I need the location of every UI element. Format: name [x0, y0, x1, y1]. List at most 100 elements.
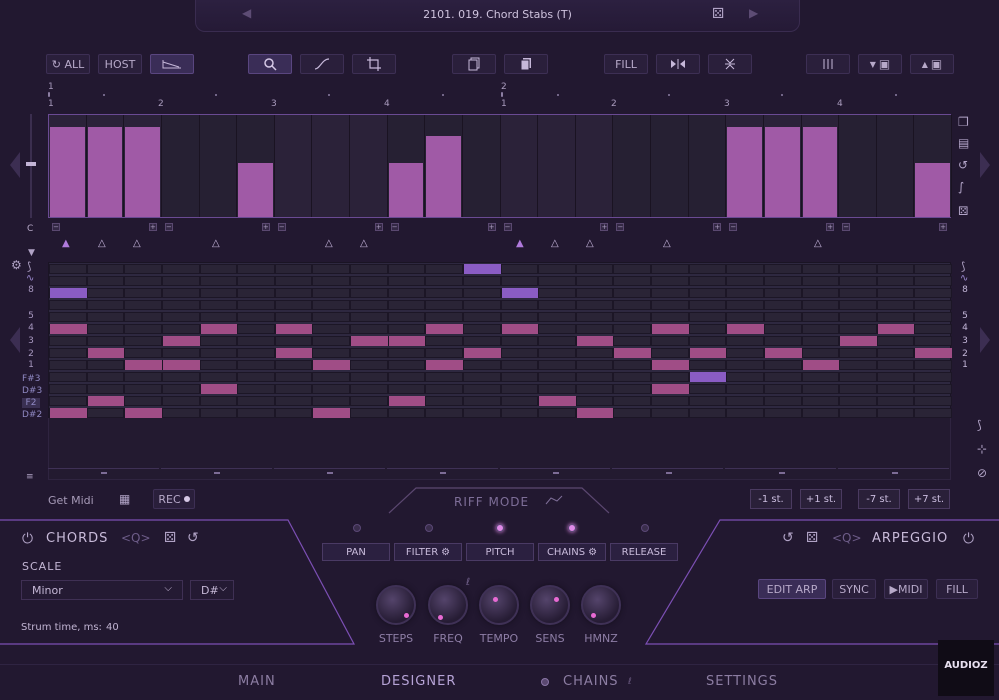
grid-cell[interactable]: [274, 276, 313, 286]
grid-cell[interactable]: [425, 264, 463, 274]
grid-cell[interactable]: [538, 324, 576, 334]
compress-button[interactable]: [708, 54, 752, 74]
grid-cell[interactable]: [688, 336, 727, 346]
grid-cell[interactable]: [613, 312, 651, 322]
velocity-step[interactable]: [199, 115, 238, 217]
velocity-step[interactable]: [237, 115, 275, 217]
right-arrow-icon[interactable]: [978, 325, 992, 355]
grid-cell[interactable]: [763, 300, 802, 310]
grid-cell[interactable]: [425, 372, 463, 382]
grid-cell[interactable]: [86, 372, 125, 382]
minus-button[interactable]: −: [616, 223, 625, 231]
paste-button[interactable]: [504, 54, 548, 74]
grid-cell[interactable]: [801, 312, 840, 322]
accent-marker[interactable]: △: [814, 238, 822, 249]
grid-cell[interactable]: [500, 384, 539, 394]
minus-button[interactable]: −: [390, 223, 399, 231]
velocity-step[interactable]: [274, 115, 313, 217]
grid-cell[interactable]: [350, 360, 388, 370]
accent-marker[interactable]: △: [212, 238, 220, 249]
grid-cell[interactable]: [199, 312, 238, 322]
accent-marker[interactable]: △: [98, 238, 106, 249]
note-block[interactable]: [388, 396, 426, 406]
grid-cell[interactable]: [500, 276, 539, 286]
grid-cell[interactable]: [199, 360, 238, 370]
note-block[interactable]: [87, 396, 125, 406]
transpose-plus-1-button[interactable]: +1 st.: [800, 489, 842, 509]
grid-cell[interactable]: [425, 300, 463, 310]
grid-cell[interactable]: [312, 324, 350, 334]
note-block[interactable]: [463, 348, 501, 358]
grid-cell[interactable]: [613, 276, 651, 286]
velocity-step[interactable]: [839, 115, 877, 217]
accent-marker[interactable]: △: [586, 238, 594, 249]
grid-cell[interactable]: [237, 396, 275, 406]
grid-cell[interactable]: [914, 312, 952, 322]
grid-cell[interactable]: [651, 336, 689, 346]
dice-icon[interactable]: ⚄: [164, 530, 176, 546]
grid-cell[interactable]: [839, 384, 877, 394]
grid-cell[interactable]: [839, 396, 877, 406]
grid-cell[interactable]: [763, 336, 802, 346]
grid-cell[interactable]: [387, 348, 426, 358]
grid-cell[interactable]: [575, 264, 614, 274]
note-block[interactable]: [162, 360, 200, 370]
grid-cell[interactable]: [237, 336, 275, 346]
export-down-button[interactable]: ▼ ▣: [858, 54, 902, 74]
octave-slider-handle[interactable]: [26, 162, 36, 166]
grid-cell[interactable]: [651, 264, 689, 274]
grid-cell[interactable]: [312, 372, 350, 382]
scale-dropdown[interactable]: Minor ⌵: [21, 580, 183, 600]
grid-cell[interactable]: [500, 300, 539, 310]
grid-cell[interactable]: [839, 348, 877, 358]
grid-cell[interactable]: [575, 300, 614, 310]
grid-cell[interactable]: [199, 264, 238, 274]
note-block[interactable]: [313, 408, 350, 418]
grid-cell[interactable]: [651, 348, 689, 358]
grid-cell[interactable]: [350, 348, 388, 358]
note-block[interactable]: [840, 336, 877, 346]
grid-cell[interactable]: [350, 408, 388, 418]
grid-cell[interactable]: [237, 324, 275, 334]
grid-cell[interactable]: [274, 288, 313, 298]
grid-cell[interactable]: [237, 300, 275, 310]
grid-cell[interactable]: [199, 372, 238, 382]
grid-cell[interactable]: [124, 312, 162, 322]
grid-cell[interactable]: [199, 348, 238, 358]
note-block[interactable]: [652, 360, 689, 370]
grid-cell[interactable]: [49, 276, 87, 286]
dice-icon[interactable]: ⚄: [958, 204, 968, 218]
grid-cell[interactable]: [651, 372, 689, 382]
grid-cell[interactable]: [876, 348, 915, 358]
minus-button[interactable]: −: [277, 223, 286, 231]
reset-icon[interactable]: ↺: [958, 158, 968, 172]
knob-hmnz[interactable]: [581, 585, 621, 625]
crop-tool-button[interactable]: [352, 54, 396, 74]
velocity-step[interactable]: [312, 115, 350, 217]
grid-cell[interactable]: [350, 372, 388, 382]
grid-cell[interactable]: [86, 408, 125, 418]
grid-cell[interactable]: [575, 348, 614, 358]
grid-cell[interactable]: [387, 408, 426, 418]
grid-cell[interactable]: [688, 360, 727, 370]
note-block[interactable]: [388, 336, 426, 346]
note-block[interactable]: [50, 408, 87, 418]
grid-cell[interactable]: [500, 336, 539, 346]
grid-cell[interactable]: [49, 264, 87, 274]
grid-cell[interactable]: [876, 360, 915, 370]
note-block[interactable]: [125, 360, 162, 370]
note-block[interactable]: [501, 288, 539, 298]
note-block[interactable]: [501, 324, 539, 334]
grid-cell[interactable]: [350, 288, 388, 298]
left-arrow-icon[interactable]: [8, 150, 22, 180]
grid-cell[interactable]: [839, 372, 877, 382]
grid-cell[interactable]: [726, 384, 764, 394]
grid-cell[interactable]: [274, 360, 313, 370]
grid-cell[interactable]: [688, 288, 727, 298]
grid-cell[interactable]: [161, 264, 200, 274]
grid-cell[interactable]: [124, 348, 162, 358]
grid-cell[interactable]: [876, 384, 915, 394]
grid-cell[interactable]: [575, 288, 614, 298]
grid-cell[interactable]: [763, 408, 802, 418]
grid-cell[interactable]: [914, 264, 952, 274]
